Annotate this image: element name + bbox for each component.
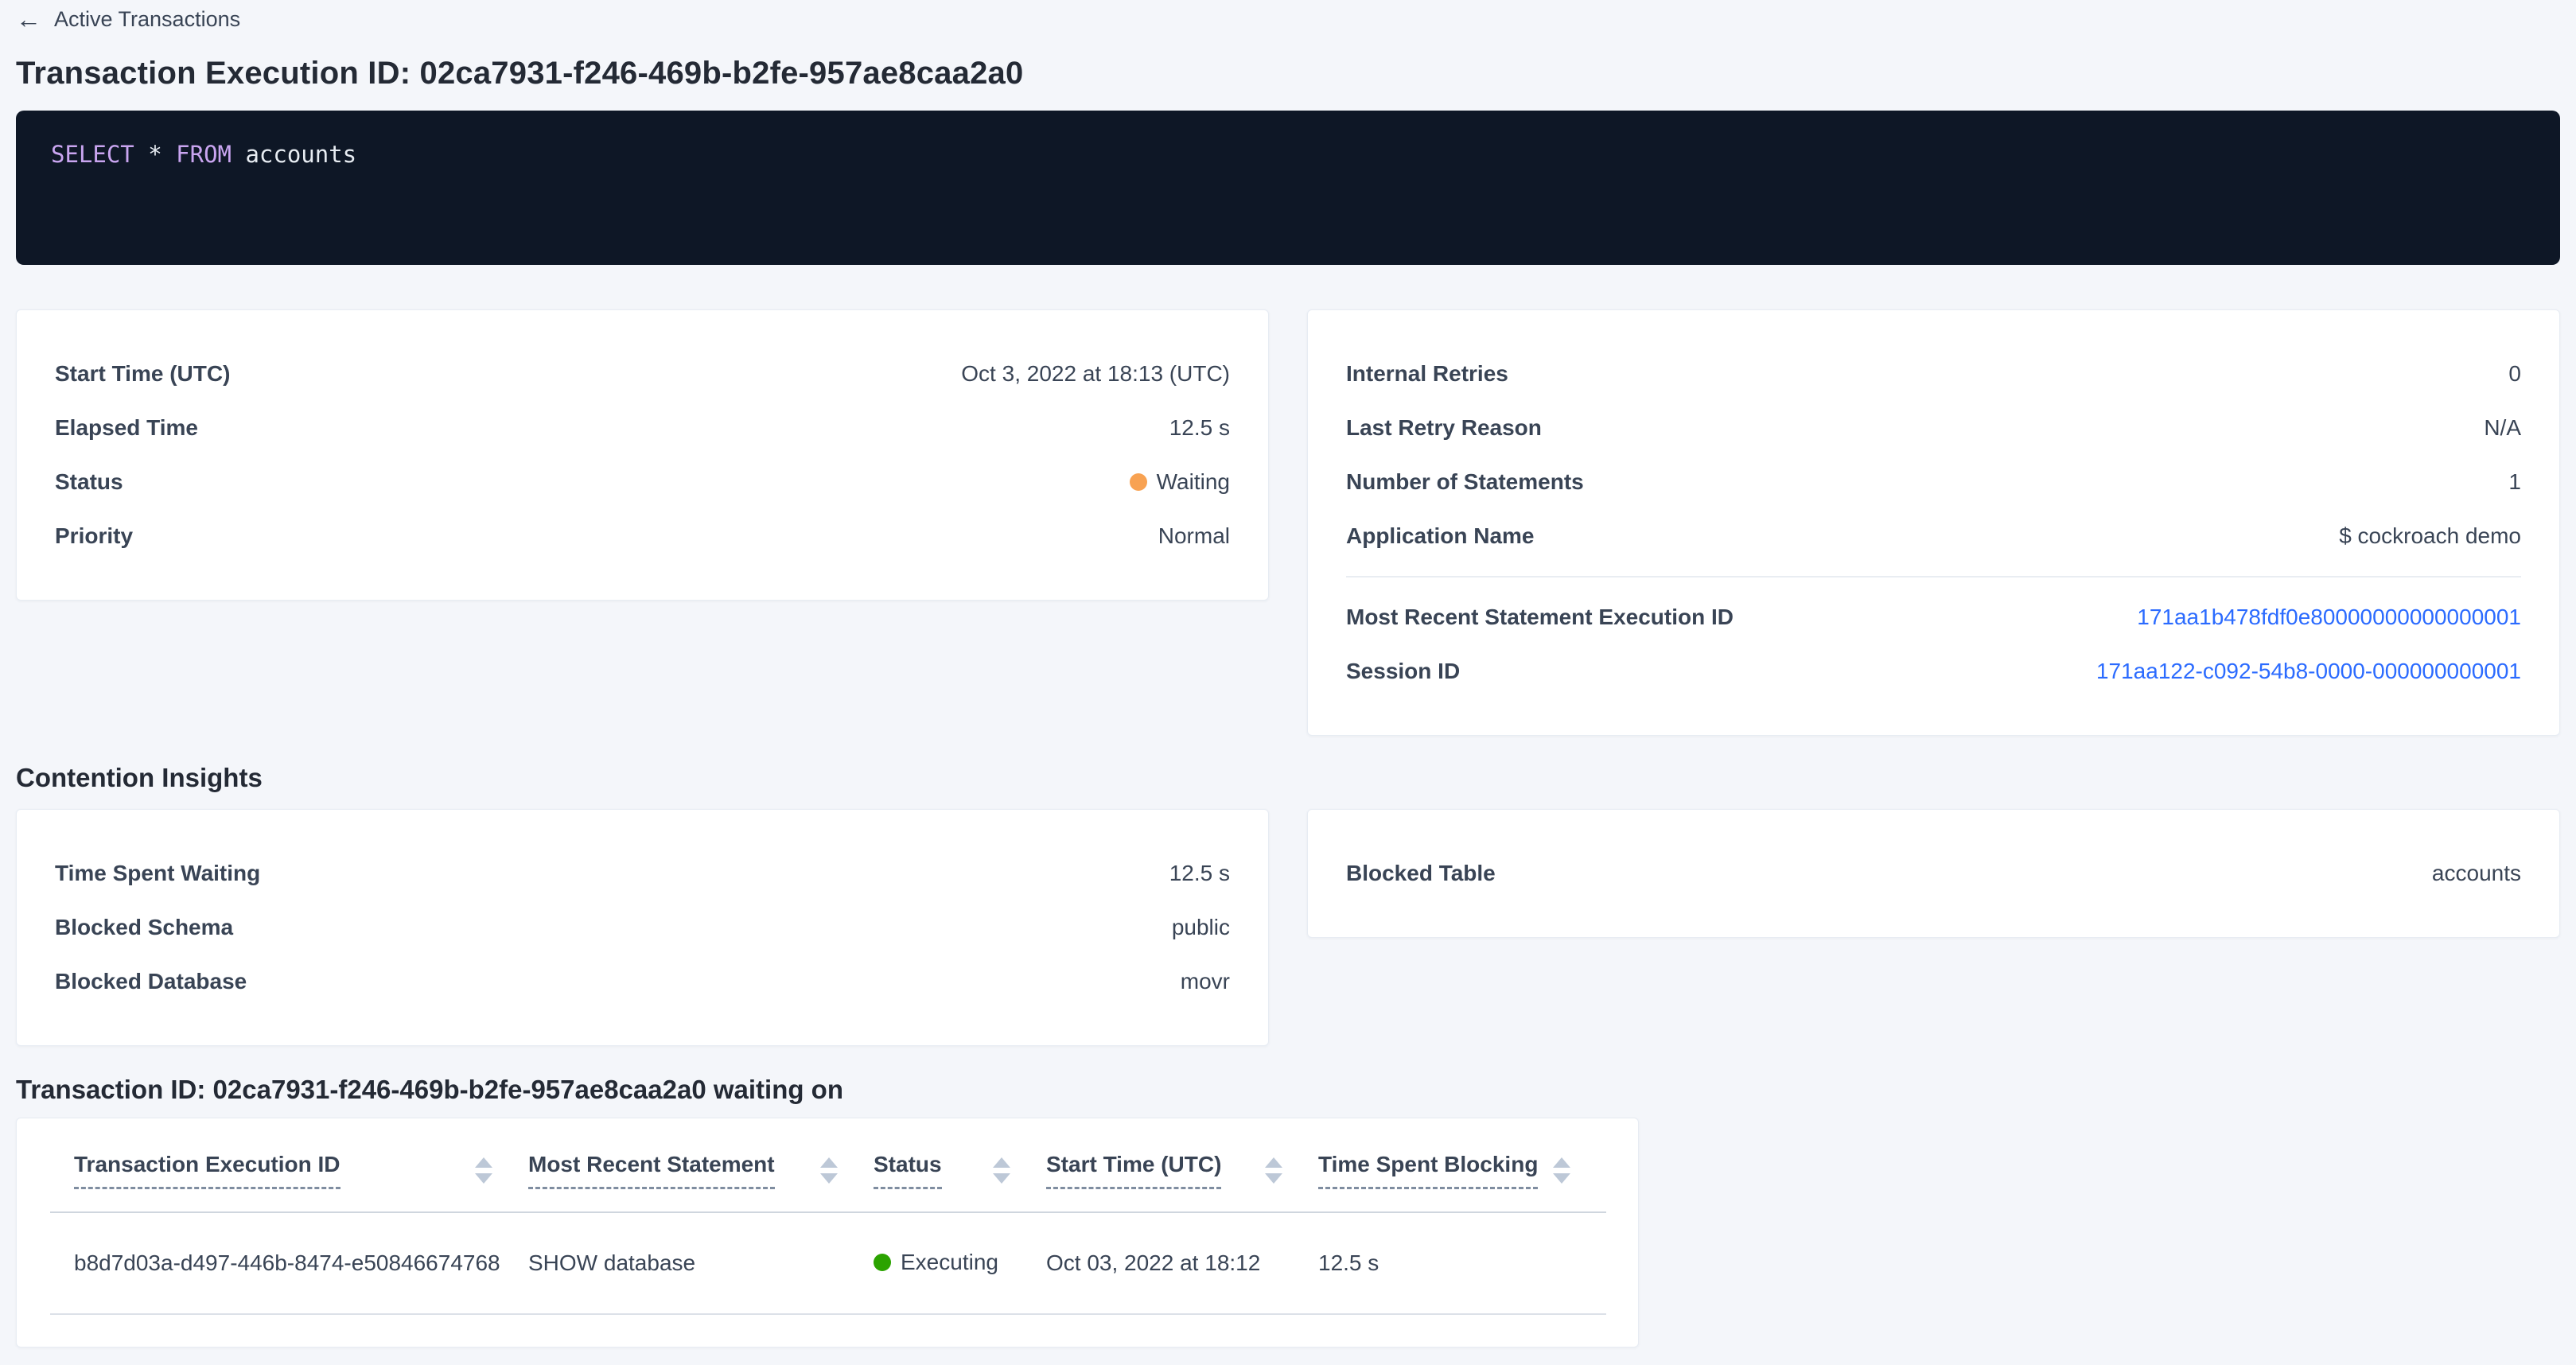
last-retry-reason-value: N/A — [2484, 415, 2521, 441]
cell-transaction-execution-id: b8d7d03a-d497-446b-8474-e50846674768 — [50, 1212, 528, 1314]
row-session-id: Session ID 171aa122-c092-54b8-0000-00000… — [1346, 644, 2521, 698]
blocked-schema-value: public — [1172, 915, 1230, 940]
card-divider — [1346, 576, 2521, 578]
status-label: Status — [55, 469, 123, 495]
cell-time-spent-blocking: 12.5 s — [1318, 1212, 1606, 1314]
time-spent-blocking-column-label[interactable]: Time Spent Blocking — [1318, 1152, 1538, 1189]
blocked-schema-label: Blocked Schema — [55, 915, 233, 940]
most-recent-statement-execution-id-label: Most Recent Statement Execution ID — [1346, 605, 1734, 630]
cell-start-time: Oct 03, 2022 at 18:12 — [1046, 1212, 1318, 1314]
row-most-recent-statement-execution-id: Most Recent Statement Execution ID 171aa… — [1346, 590, 2521, 644]
sql-statement-box: SELECT * FROM accounts — [16, 111, 2560, 265]
internal-retries-label: Internal Retries — [1346, 361, 1508, 387]
column-header-transaction-execution-id[interactable]: Transaction Execution ID — [50, 1118, 528, 1212]
status-value: Waiting — [1157, 469, 1230, 495]
time-spent-waiting-value: 12.5 s — [1169, 861, 1230, 886]
summary-card-left: Start Time (UTC) Oct 3, 2022 at 18:13 (U… — [16, 309, 1269, 601]
time-spent-waiting-label: Time Spent Waiting — [55, 861, 260, 886]
most-recent-statement-execution-id-link[interactable]: 171aa1b478fdf0e80000000000000001 — [2137, 605, 2521, 630]
sql-keyword-from: FROM — [176, 141, 232, 168]
cell-status: Executing — [874, 1212, 1046, 1314]
start-time-label: Start Time (UTC) — [55, 361, 230, 387]
transaction-execution-id-column-label[interactable]: Transaction Execution ID — [74, 1152, 340, 1189]
blocked-table-value: accounts — [2432, 861, 2521, 886]
blocked-table-label: Blocked Table — [1346, 861, 1496, 886]
back-to-active-transactions-link[interactable]: ← Active Transactions — [16, 6, 240, 32]
priority-label: Priority — [55, 523, 133, 549]
row-application-name: Application Name $ cockroach demo — [1346, 509, 2521, 563]
waiting-on-table: Transaction Execution ID Most Recent Sta… — [50, 1118, 1606, 1315]
summary-card-right: Internal Retries 0 Last Retry Reason N/A… — [1307, 309, 2560, 736]
number-of-statements-value: 1 — [2508, 469, 2521, 495]
row-blocked-table: Blocked Table accounts — [1346, 846, 2521, 900]
sort-icon[interactable] — [1553, 1157, 1570, 1184]
priority-value: Normal — [1158, 523, 1230, 549]
transaction-details-page: ← Active Transactions Transaction Execut… — [0, 0, 2576, 1348]
row-blocked-database: Blocked Database movr — [55, 955, 1230, 1009]
application-name-value: $ cockroach demo — [2339, 523, 2521, 549]
blocked-database-value: movr — [1181, 969, 1230, 994]
number-of-statements-label: Number of Statements — [1346, 469, 1584, 495]
elapsed-time-label: Elapsed Time — [55, 415, 198, 441]
status-badge: Waiting — [1130, 469, 1230, 495]
contention-card-right: Blocked Table accounts — [1307, 809, 2560, 938]
sql-statement: SELECT * FROM accounts — [51, 141, 2525, 168]
last-retry-reason-label: Last Retry Reason — [1346, 415, 1542, 441]
back-link-label: Active Transactions — [54, 7, 240, 32]
column-header-start-time[interactable]: Start Time (UTC) — [1046, 1118, 1318, 1212]
session-id-label: Session ID — [1346, 659, 1460, 684]
back-arrow-icon: ← — [16, 6, 41, 32]
row-last-retry-reason: Last Retry Reason N/A — [1346, 401, 2521, 455]
elapsed-time-value: 12.5 s — [1169, 415, 1230, 441]
sql-star: * — [134, 141, 176, 168]
row-start-time: Start Time (UTC) Oct 3, 2022 at 18:13 (U… — [55, 347, 1230, 401]
row-elapsed-time: Elapsed Time 12.5 s — [55, 401, 1230, 455]
status-column-label[interactable]: Status — [874, 1152, 942, 1189]
column-header-most-recent-statement[interactable]: Most Recent Statement — [528, 1118, 874, 1212]
row-number-of-statements: Number of Statements 1 — [1346, 455, 2521, 509]
waiting-on-table-card: Transaction Execution ID Most Recent Sta… — [16, 1118, 1639, 1348]
table-header-row: Transaction Execution ID Most Recent Sta… — [50, 1118, 1606, 1212]
executing-status-text: Executing — [901, 1250, 998, 1275]
row-blocked-schema: Blocked Schema public — [55, 900, 1230, 955]
contention-insights-heading: Contention Insights — [16, 763, 2560, 793]
column-header-time-spent-blocking[interactable]: Time Spent Blocking — [1318, 1118, 1606, 1212]
sort-icon[interactable] — [475, 1157, 492, 1184]
sort-icon[interactable] — [820, 1157, 838, 1184]
session-id-link[interactable]: 171aa122-c092-54b8-0000-000000000001 — [2096, 659, 2521, 684]
row-status: Status Waiting — [55, 455, 1230, 509]
summary-cards: Start Time (UTC) Oct 3, 2022 at 18:13 (U… — [16, 309, 2560, 736]
application-name-label: Application Name — [1346, 523, 1534, 549]
row-time-spent-waiting: Time Spent Waiting 12.5 s — [55, 846, 1230, 900]
waiting-status-dot-icon — [1130, 473, 1147, 491]
executing-status-dot-icon — [874, 1254, 891, 1271]
contention-card-left: Time Spent Waiting 12.5 s Blocked Schema… — [16, 809, 1269, 1046]
sort-icon[interactable] — [1265, 1157, 1282, 1184]
blocked-database-label: Blocked Database — [55, 969, 247, 994]
page-title: Transaction Execution ID: 02ca7931-f246-… — [16, 56, 2560, 91]
executing-status-badge: Executing — [874, 1250, 998, 1275]
column-header-status[interactable]: Status — [874, 1118, 1046, 1212]
most-recent-statement-column-label[interactable]: Most Recent Statement — [528, 1152, 775, 1189]
cell-most-recent-statement: SHOW database — [528, 1212, 874, 1314]
waiting-on-heading: Transaction ID: 02ca7931-f246-469b-b2fe-… — [16, 1075, 2560, 1105]
internal-retries-value: 0 — [2508, 361, 2521, 387]
sql-keyword-select: SELECT — [51, 141, 134, 168]
row-priority: Priority Normal — [55, 509, 1230, 563]
sort-icon[interactable] — [993, 1157, 1010, 1184]
start-time-value: Oct 3, 2022 at 18:13 (UTC) — [961, 361, 1230, 387]
row-internal-retries: Internal Retries 0 — [1346, 347, 2521, 401]
contention-cards: Time Spent Waiting 12.5 s Blocked Schema… — [16, 809, 2560, 1046]
table-row: b8d7d03a-d497-446b-8474-e50846674768 SHO… — [50, 1212, 1606, 1314]
start-time-column-label[interactable]: Start Time (UTC) — [1046, 1152, 1221, 1189]
sql-table-name: accounts — [232, 141, 356, 168]
